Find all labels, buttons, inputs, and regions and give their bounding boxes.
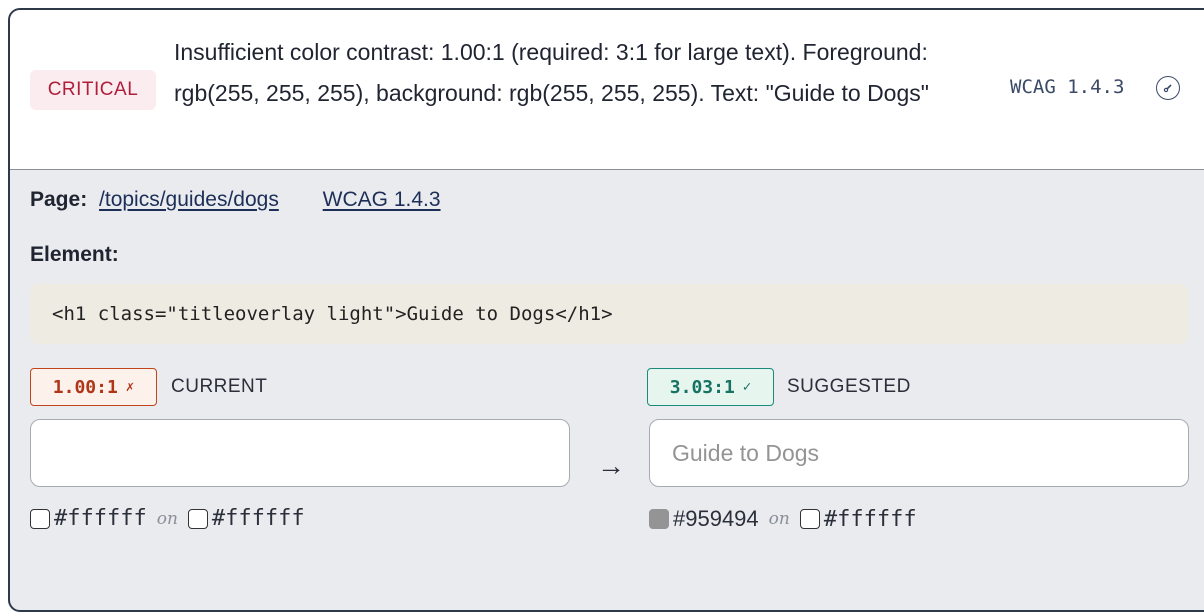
page-label: Page: bbox=[30, 188, 88, 211]
suggested-bg-swatch bbox=[799, 509, 820, 529]
suggested-preview: Guide to Dogs bbox=[649, 419, 1189, 487]
fail-icon: ✗ bbox=[125, 379, 135, 395]
suggested-on: on bbox=[768, 509, 790, 529]
severity-badge: CRITICAL bbox=[30, 70, 156, 110]
current-preview: Guide to Dogs bbox=[30, 419, 570, 487]
current-label: CURRENT bbox=[171, 376, 268, 397]
issue-card: CRITICAL Insufficient color contrast: 1.… bbox=[8, 8, 1204, 612]
suggested-fg-swatch bbox=[649, 509, 669, 529]
current-preview-text: Guide to Dogs bbox=[53, 439, 201, 466]
wcag-tag: WCAG 1.4.3 bbox=[1010, 76, 1125, 98]
wcag-link[interactable]: WCAG 1.4.3 bbox=[323, 188, 441, 211]
current-fg-swatch bbox=[30, 508, 50, 529]
page-line: Page: /topics/guides/dogs WCAG 1.4.3 bbox=[30, 188, 441, 212]
current-bg-swatch bbox=[187, 508, 208, 529]
issue-header[interactable]: CRITICAL Insufficient color contrast: 1.… bbox=[10, 10, 1204, 170]
current-bg-hex: #ffffff bbox=[211, 506, 305, 531]
current-fg-hex: #ffffff bbox=[54, 506, 147, 531]
page-link[interactable]: /topics/guides/dogs bbox=[99, 188, 279, 211]
element-code: <h1 class="titleoverlay light">Guide to … bbox=[30, 284, 1188, 344]
compass-icon[interactable] bbox=[1156, 76, 1180, 100]
suggested-ratio-badge: 3.03:1 ✓ bbox=[647, 368, 774, 406]
element-label: Element: bbox=[30, 243, 119, 266]
suggested-colors: #959494 on #ffffff bbox=[649, 506, 917, 532]
suggested-preview-text: Guide to Dogs bbox=[672, 439, 820, 466]
current-on: on bbox=[156, 508, 178, 529]
current-ratio-badge: 1.00:1 ✗ bbox=[30, 368, 157, 406]
current-ratio: 1.00:1 bbox=[52, 376, 118, 398]
suggested-bg-hex: #ffffff bbox=[823, 506, 917, 532]
pass-icon: ✓ bbox=[742, 379, 752, 395]
suggested-label: SUGGESTED bbox=[787, 376, 911, 397]
suggested-fg-hex: #959494 bbox=[673, 506, 759, 531]
suggested-ratio: 3.03:1 bbox=[669, 376, 735, 398]
arrow-right-icon: → bbox=[597, 450, 625, 481]
issue-message: Insufficient color contrast: 1.00:1 (req… bbox=[174, 39, 929, 106]
current-colors: #ffffff on #ffffff bbox=[30, 506, 305, 531]
